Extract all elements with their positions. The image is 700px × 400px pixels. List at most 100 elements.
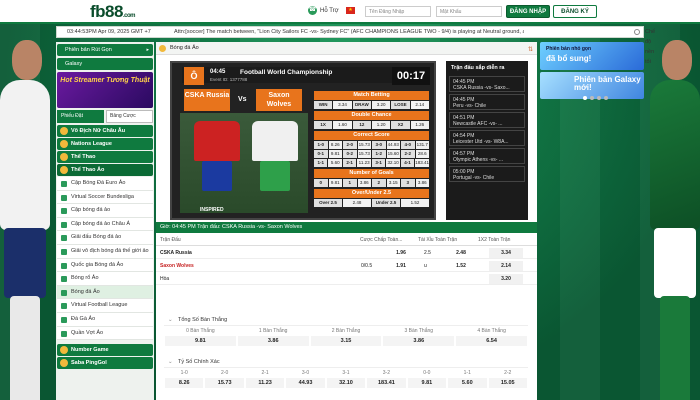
upcoming-match-item[interactable]: 04:57 PM Olympic Athens -vs- ... xyxy=(449,148,525,164)
sidebar-tab-galaxy[interactable]: Galaxy xyxy=(57,58,153,70)
exact-score-grid: 1-0 2-0 2-1 3-0 3-1 3-2 0-0 1-1 2-2 8.26 15.73… xyxy=(164,368,528,388)
kit-display xyxy=(180,113,308,213)
soccer-icon xyxy=(61,208,67,215)
upcoming-match-item[interactable]: 04:45 PM Peru -vs- Chile xyxy=(449,94,525,110)
upcoming-match-item[interactable]: 04:45 PM CSKA Russia -vs- Saxo... xyxy=(449,76,525,92)
video-team-away: Saxon Wolves xyxy=(256,89,302,111)
carousel-dots[interactable] xyxy=(583,96,608,100)
headset-icon: ☎ xyxy=(308,6,317,15)
odds-cell[interactable]: 3.86 xyxy=(237,336,309,346)
clock-text: 03:44:53PM Apr 09, 2025 GMT +7 xyxy=(67,29,151,35)
password-input[interactable]: Mật Khẩu xyxy=(436,6,502,17)
sidebar-item[interactable]: Quần Vợt Ảo xyxy=(57,326,153,341)
sort-icon[interactable]: ⇅ xyxy=(528,44,533,57)
site-logo[interactable]: fb88.com xyxy=(90,2,135,22)
filter-bet-list[interactable]: Bảng Cược xyxy=(106,110,153,123)
soccer-icon xyxy=(61,248,67,255)
sidebar: Phiên bản Rút Gọn ▸ Galaxy Hot Streamer T… xyxy=(56,42,154,400)
odds-cell[interactable]: 183.41 xyxy=(367,378,406,388)
soccer-icon xyxy=(61,181,67,187)
odds-table-header: Trận Đấu Cược Chấp Toàn... Tài Xỉu Toàn … xyxy=(156,234,537,246)
odds-cell[interactable]: 3.86 xyxy=(383,336,455,346)
video-event-id: Event ID: 1377788 xyxy=(210,77,248,82)
home-shirt-icon xyxy=(194,121,240,161)
dark-mode-toggle[interactable] xyxy=(634,29,640,35)
basketball-icon xyxy=(61,276,67,283)
odds-cell[interactable]: 3.20 xyxy=(489,274,523,284)
upcoming-matches: Trận đấu sắp diễn ra 04:45 PM CSKA Russia… xyxy=(446,61,528,220)
virtual-match-video[interactable]: Ô 04:45 Event ID: 1377788 Football World… xyxy=(170,61,436,220)
sidebar-item[interactable]: Quốc gia Bóng đá Ảo xyxy=(57,258,153,273)
soccer-ball-icon xyxy=(159,45,166,52)
odds-cell[interactable]: 2.48 xyxy=(444,248,478,258)
odds-cell[interactable]: 15.73 xyxy=(205,378,244,388)
video-countdown: 00:17 xyxy=(392,67,430,85)
table-row: Saxon Wolves 0/0.5 1.91 u 1.52 2.14 xyxy=(156,260,537,272)
table-row: CSKA Russia 1.96 2.5 2.48 3.34 xyxy=(156,247,537,259)
header-bar: fb88.com ☎ Hỗ Trợ ★ Tên Đăng Nhập Mật Kh… xyxy=(0,0,700,24)
dark-mode-label: Chế độ nền tối xyxy=(645,29,656,65)
sidebar-item[interactable]: Bóng rổ Ảo xyxy=(57,272,153,286)
sidebar-item-active[interactable]: Bóng đá Ảo xyxy=(57,285,153,300)
trophy-icon xyxy=(60,127,68,135)
odds-cell[interactable]: 1.91 xyxy=(384,261,418,271)
sidebar-section[interactable]: Thể Thao xyxy=(57,151,153,163)
main-panel: Bóng đá Ảo ⇅ Ô 04:45 Event ID: 1377788 F… xyxy=(156,42,537,400)
away-shorts-icon xyxy=(260,161,290,191)
total-goals-section[interactable]: ⌄ Tổng Số Bàn Thắng xyxy=(164,314,528,326)
sidebar-section[interactable]: Võ Địch Nữ Châu Âu xyxy=(57,125,153,137)
info-bar: 03:44:53PM Apr 09, 2025 GMT +7 Attn:[soc… xyxy=(56,26,655,65)
sidebar-item[interactable]: Đá Gà Ảo xyxy=(57,312,153,327)
panel-title: Bóng đá Ảo xyxy=(170,45,199,51)
news-ticker: Attn:[soccer] The match between, "Lion C… xyxy=(174,29,524,35)
odds-cell[interactable]: 1.52 xyxy=(444,261,478,271)
odds-cell[interactable]: 3.15 xyxy=(310,336,382,346)
left-player-image xyxy=(0,20,56,400)
video-time: 04:45 xyxy=(210,69,226,75)
sidebar-section[interactable]: Number Game xyxy=(57,344,153,357)
register-button[interactable]: ĐĂNG KÝ xyxy=(553,5,597,18)
upcoming-match-item[interactable]: 04:54 PM Leicester Utd -vs- W8A... xyxy=(449,130,525,146)
odds-cell[interactable]: 32.10 xyxy=(326,378,366,388)
number-game-icon xyxy=(60,346,68,355)
sidebar-item[interactable]: Cập bóng đá ảo xyxy=(57,204,153,218)
odds-cell[interactable]: 9.81 xyxy=(407,378,447,388)
vietnam-flag-icon[interactable]: ★ xyxy=(346,7,355,14)
sidebar-item[interactable]: Virtual Soccer Bundesliga xyxy=(57,190,153,205)
sidebar-item[interactable]: Cập bóng đá ảo Châu Á xyxy=(57,217,153,232)
login-button[interactable]: ĐĂNG NHẬP xyxy=(506,5,550,18)
sidebar-item[interactable]: Giải vô địch bóng đá thế giới ảo xyxy=(57,244,153,259)
compact-version-banner[interactable]: Phiên bản nhỏ gọn đã bổ sung! xyxy=(540,42,644,70)
galaxy-version-banner[interactable]: Phiên bản Galaxy mới! xyxy=(540,72,644,99)
sidebar-section[interactable]: Saba PingGol xyxy=(57,357,153,370)
video-odds-board: Match Betting WIN 3.34 DRAW 3.20 LOSE 2.14 … xyxy=(314,89,430,207)
away-shirt-icon xyxy=(252,121,298,161)
chevron-down-icon: ⌄ xyxy=(168,317,173,323)
odds-cell[interactable]: 11.23 xyxy=(245,378,285,388)
odds-cell[interactable]: 3.34 xyxy=(489,248,523,258)
sidebar-tab-compact[interactable]: Phiên bản Rút Gọn ▸ xyxy=(57,44,153,56)
upcoming-match-item[interactable]: 04:51 PM Newcastle AFC -vs- ... xyxy=(449,112,525,128)
sidebar-section[interactable]: Nations League xyxy=(57,138,153,150)
rooster-icon xyxy=(61,316,67,323)
username-input[interactable]: Tên Đăng Nhập xyxy=(365,6,431,17)
support-link[interactable]: ☎ Hỗ Trợ xyxy=(308,6,339,15)
odds-cell[interactable]: 44.93 xyxy=(286,378,325,388)
exact-score-section[interactable]: ⌄ Tỷ Số Chính Xác xyxy=(164,356,528,368)
sidebar-section[interactable]: Thể Thao Ảo xyxy=(57,164,153,176)
filter-bet-slip[interactable]: Phiếu Đặt xyxy=(57,110,104,123)
chevron-down-icon: ⌄ xyxy=(168,359,173,365)
sidebar-item[interactable]: Virtual Football League xyxy=(57,299,153,313)
upcoming-match-item[interactable]: 05:00 PM Portugal -vs- Chile xyxy=(449,166,525,182)
odds-cell[interactable]: 15.05 xyxy=(488,378,527,388)
hot-streamer-banner[interactable]: Hot Streamer Tương Thuật xyxy=(57,72,153,108)
odds-cell[interactable]: 6.54 xyxy=(456,336,527,346)
odds-cell[interactable]: 8.26 xyxy=(165,378,204,388)
right-player-image xyxy=(644,20,700,400)
odds-cell[interactable]: 2.14 xyxy=(489,261,523,271)
sidebar-item[interactable]: Giải đấu Bóng đá ảo xyxy=(57,231,153,245)
sidebar-item[interactable]: Cập Bóng Đá Euro Ảo xyxy=(57,177,153,191)
odds-cell[interactable]: 1.96 xyxy=(384,248,418,258)
odds-cell[interactable]: 9.81 xyxy=(165,336,236,346)
odds-cell[interactable]: 5.60 xyxy=(448,378,487,388)
